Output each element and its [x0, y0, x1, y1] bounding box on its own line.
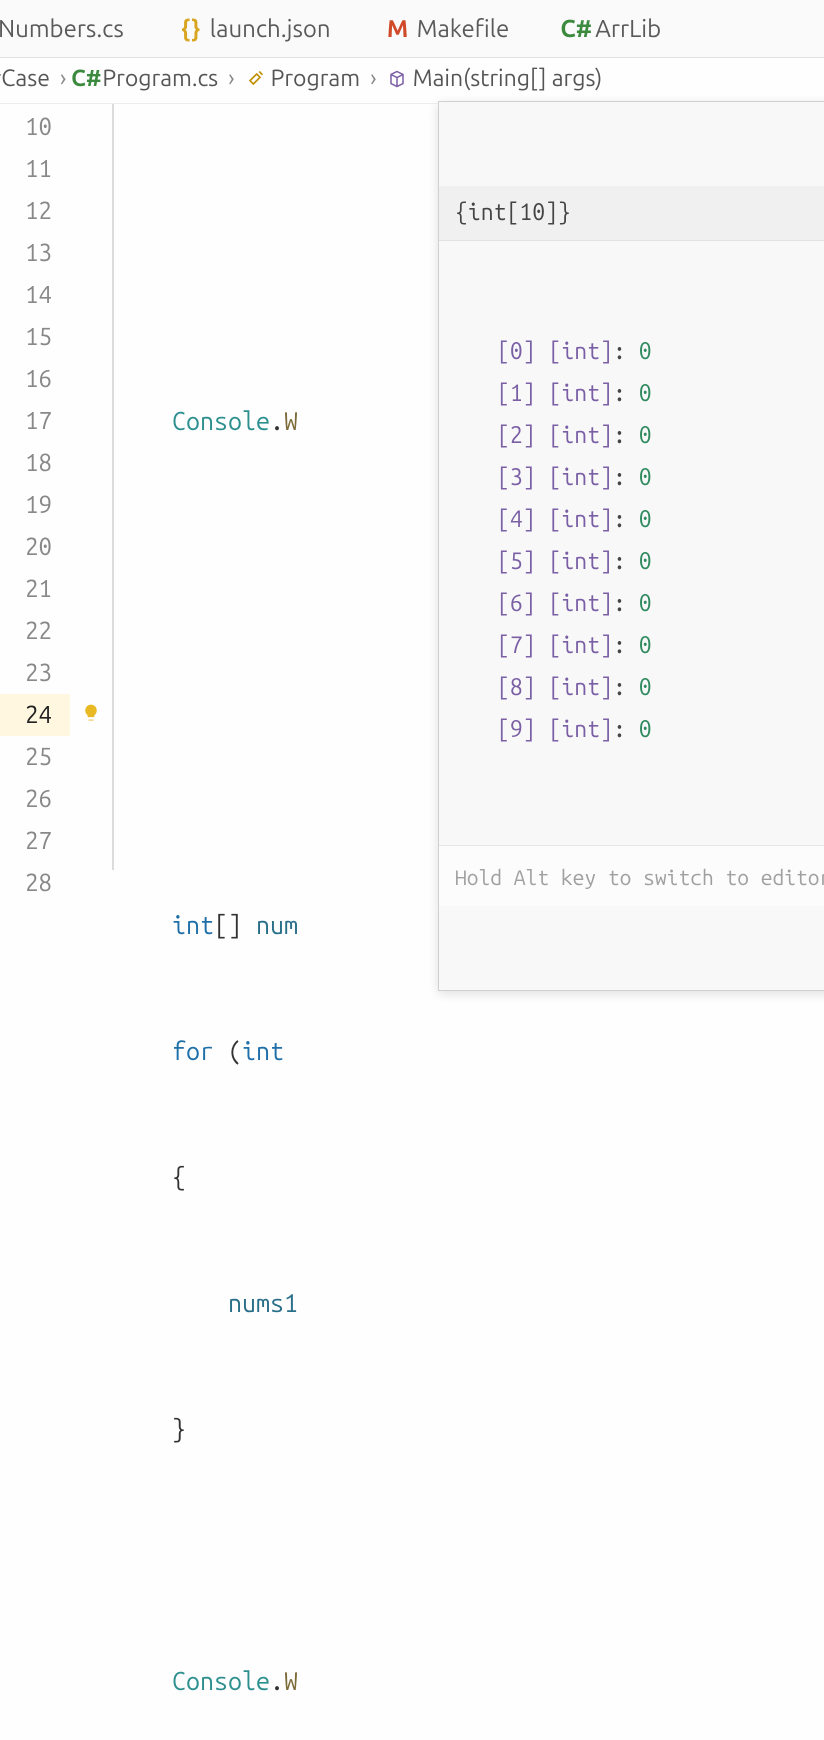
line-number: 11	[0, 148, 70, 190]
tab-launch-json[interactable]: {} launch.json	[152, 0, 359, 57]
line-number: 16	[0, 358, 70, 400]
hover-header: {int[10]}	[439, 186, 824, 241]
json-icon: {}	[180, 15, 202, 42]
hover-array-item[interactable]: [1] [int]: 0	[439, 373, 824, 415]
makefile-icon: M	[387, 15, 409, 42]
code-content[interactable]: Console.W int[] num for (int { nums1 } C…	[112, 104, 824, 870]
hover-array-item[interactable]: [3] [int]: 0	[439, 457, 824, 499]
line-number: 12	[0, 190, 70, 232]
hover-array-item[interactable]: [7] [int]: 0	[439, 625, 824, 667]
hover-array-item[interactable]: [4] [int]: 0	[439, 499, 824, 541]
line-number: 10	[0, 106, 70, 148]
hover-array-item[interactable]: [0] [int]: 0	[439, 331, 824, 373]
line-number: 22	[0, 610, 70, 652]
breadcrumb-label: owCase	[0, 66, 50, 91]
hover-body[interactable]: [0] [int]: 0[1] [int]: 0[2] [int]: 0[3] …	[439, 325, 824, 761]
line-number: 19	[0, 484, 70, 526]
breadcrumb-label: Main(string[] args)	[413, 66, 603, 91]
tab-arrlib[interactable]: C# ArrLib	[537, 0, 689, 57]
line-number: 28	[0, 862, 70, 904]
wrench-icon	[245, 69, 265, 89]
chevron-right-icon: ›	[228, 66, 234, 91]
indent-guide	[112, 104, 114, 870]
line-number: 24	[0, 694, 70, 736]
tab-label: Numbers.cs	[0, 15, 124, 42]
code-line[interactable]: nums1	[112, 1282, 824, 1324]
code-line[interactable]: Console.W	[112, 1660, 824, 1702]
line-number: 13	[0, 232, 70, 274]
tab-label: Makefile	[417, 15, 510, 42]
breadcrumb-item[interactable]: Program	[245, 66, 361, 91]
debug-hover-tooltip[interactable]: {int[10]} [0] [int]: 0[1] [int]: 0[2] [i…	[438, 101, 824, 991]
breadcrumb-label: Program	[271, 66, 361, 91]
chevron-right-icon: ›	[60, 66, 66, 91]
hover-array-item[interactable]: [9] [int]: 0	[439, 709, 824, 751]
breadcrumb-item[interactable]: C# Program.cs	[76, 66, 218, 91]
code-line[interactable]: {	[112, 1156, 824, 1198]
line-number: 21	[0, 568, 70, 610]
breadcrumb: owCase › C# Program.cs › Program › Main(…	[0, 58, 824, 104]
code-line[interactable]	[112, 1534, 824, 1576]
tab-makefile[interactable]: M Makefile	[359, 0, 538, 57]
breadcrumb-label: Program.cs	[102, 66, 218, 91]
chevron-right-icon: ›	[370, 66, 376, 91]
line-number: 25	[0, 736, 70, 778]
line-number: 20	[0, 526, 70, 568]
method-icon	[387, 70, 407, 88]
line-number-gutter: 10111213141516171819202122232425262728	[0, 104, 70, 870]
tab-numbers-cs[interactable]: Numbers.cs	[0, 0, 152, 57]
breadcrumb-item[interactable]: Main(string[] args)	[387, 66, 603, 91]
hover-array-item[interactable]: [8] [int]: 0	[439, 667, 824, 709]
tab-label: launch.json	[210, 15, 331, 42]
csharp-icon: C#	[565, 15, 587, 42]
hover-array-item[interactable]: [5] [int]: 0	[439, 541, 824, 583]
glyph-margin	[70, 104, 112, 870]
hover-array-item[interactable]: [6] [int]: 0	[439, 583, 824, 625]
line-number: 27	[0, 820, 70, 862]
code-line[interactable]: for (int	[112, 1030, 824, 1072]
tab-label: ArrLib	[595, 15, 661, 42]
code-editor[interactable]: 10111213141516171819202122232425262728 C…	[0, 104, 824, 870]
line-number: 14	[0, 274, 70, 316]
line-number: 23	[0, 652, 70, 694]
line-number: 17	[0, 400, 70, 442]
line-number: 15	[0, 316, 70, 358]
hover-hint: Hold Alt key to switch to editor	[439, 845, 824, 906]
line-number: 18	[0, 442, 70, 484]
csharp-icon: C#	[76, 66, 96, 91]
line-number: 26	[0, 778, 70, 820]
tab-bar: Numbers.cs {} launch.json M Makefile C# …	[0, 0, 824, 58]
lightbulb-icon[interactable]	[70, 692, 112, 734]
breadcrumb-item[interactable]: owCase	[0, 66, 50, 91]
code-line[interactable]: }	[112, 1408, 824, 1450]
hover-array-item[interactable]: [2] [int]: 0	[439, 415, 824, 457]
